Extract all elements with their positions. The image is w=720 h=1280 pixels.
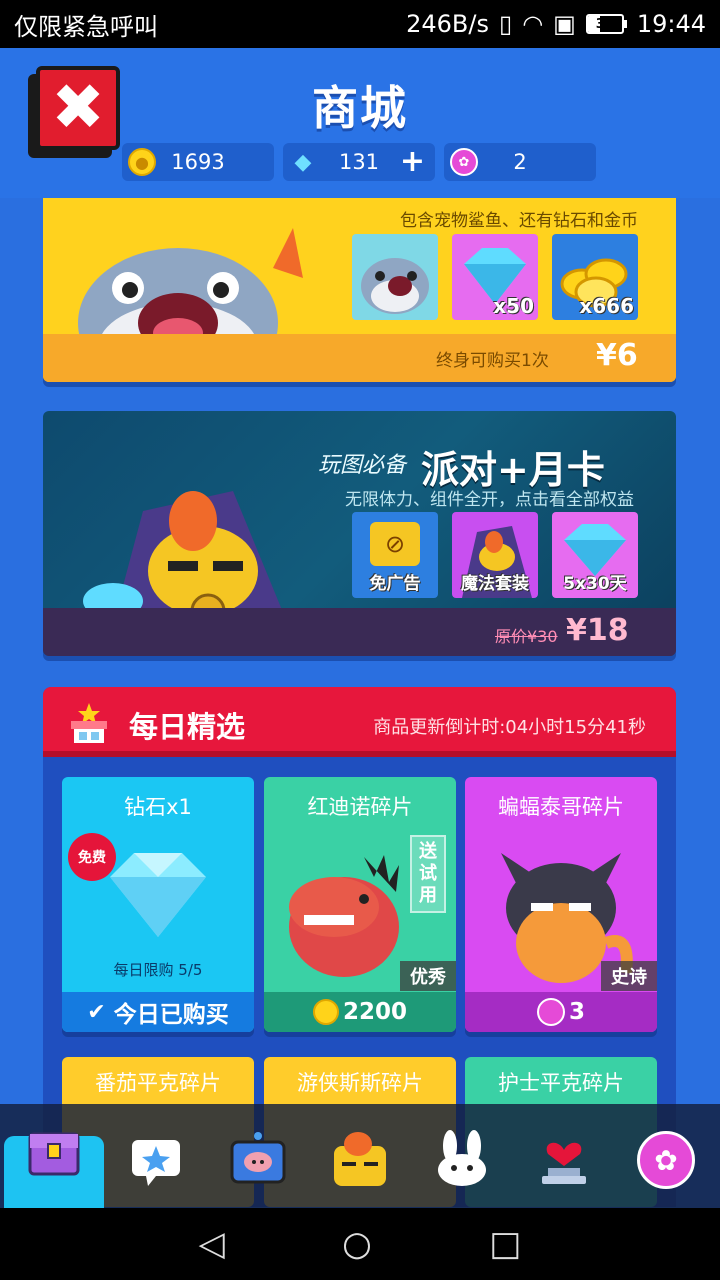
card-name: 钻石x1 xyxy=(124,795,192,819)
nav-pets[interactable] xyxy=(412,1112,512,1208)
lotus-icon: ✿ xyxy=(450,148,478,176)
price-bar[interactable]: 3 xyxy=(465,992,657,1032)
checkmark-icon: ✔ xyxy=(87,999,106,1025)
nav-lotus[interactable]: ✿ xyxy=(616,1112,716,1208)
tv-icon: ⊘ xyxy=(370,522,420,566)
page-title: 商城 xyxy=(312,81,408,135)
daily-header: 每日精选 商品更新倒计时:04小时15分41秒 xyxy=(43,687,676,757)
bundle-shark-tile xyxy=(352,234,438,320)
magic-suit-tile: 魔法套装 xyxy=(452,512,538,598)
card-name: 游侠斯斯碎片 xyxy=(297,1071,423,1095)
no-ads-label: 免广告 xyxy=(369,574,421,594)
refresh-countdown: 商品更新倒计时:04小时15分41秒 xyxy=(373,717,646,738)
vibrate-icon: ▯ xyxy=(498,10,513,38)
price-bar[interactable]: 2200 xyxy=(264,992,456,1032)
nav-tv[interactable] xyxy=(208,1112,308,1208)
bundle-footer xyxy=(43,334,676,382)
daily-title: 每日精选 xyxy=(129,710,246,744)
party-monthly-banner[interactable]: ⊘ 玩图必备 派对+月卡 无限体力、组件全开，点击看全部权益 ⊘ 免广告 魔法套… xyxy=(43,411,676,656)
trial-badge: 送试用 xyxy=(410,835,446,913)
no-ads-tile: ⊘ 免广告 xyxy=(352,512,438,598)
daily-card-diamond[interactable]: 钻石x1 免费 每日限购 5/5 ✔ 今日已购买 xyxy=(62,777,254,1032)
back-button[interactable]: ◁ xyxy=(199,1224,225,1264)
lotus-icon: ✿ xyxy=(637,1131,695,1189)
carrier-text: 仅限紧急呼叫 xyxy=(14,12,158,41)
tv-pig-icon xyxy=(230,1132,286,1184)
pet-bundle-banner[interactable]: 包含宠物鲨鱼、还有钻石和金币 x50 x666 终身可购买1次 ¥6 xyxy=(43,198,676,382)
card-name: 护士平克碎片 xyxy=(498,1071,624,1095)
nav-stamps[interactable] xyxy=(514,1112,614,1208)
price-value: 2200 xyxy=(342,999,407,1025)
daily-card-red-dino[interactable]: 红迪诺碎片 送试用 优秀 2200 xyxy=(264,777,456,1032)
diamond-icon: ◆ xyxy=(294,149,312,175)
wifi-icon: ◠ xyxy=(522,10,544,38)
shop-stall-icon xyxy=(71,703,107,743)
gem-balance[interactable]: ◆ 131 + xyxy=(283,143,435,181)
diamond-qty: x50 xyxy=(493,294,534,318)
rarity-tag: 史诗 xyxy=(601,961,657,991)
lotus-icon xyxy=(536,998,565,1026)
magic-suit-label: 魔法套装 xyxy=(461,574,529,594)
home-button[interactable]: ○ xyxy=(342,1224,372,1264)
heart-stamp-icon xyxy=(542,1142,586,1184)
card-name: 蝙蝠泰哥碎片 xyxy=(498,795,624,819)
nav-stickers[interactable] xyxy=(106,1112,206,1208)
purchase-limit: 终身可购买1次 xyxy=(436,351,549,371)
bundle-subtitle: 包含宠物鲨鱼、还有钻石和金币 xyxy=(400,211,638,231)
shark-icon xyxy=(361,258,429,314)
daily-limit: 每日限购 5/5 xyxy=(113,961,203,979)
bundle-diamond-tile: x50 xyxy=(452,234,538,320)
rarity-tag: 优秀 xyxy=(400,961,456,991)
status-right: 246B/s ▯ ◠ ▣ 35 19:44 xyxy=(406,10,706,38)
add-gems-button[interactable]: + xyxy=(400,144,425,179)
bunny-icon xyxy=(438,1130,486,1186)
diamond-month-tile: 5x30天 xyxy=(552,512,638,598)
network-speed: 246B/s xyxy=(406,10,489,38)
original-price: 原价¥30 xyxy=(495,627,558,646)
party-price-button[interactable]: ¥18 xyxy=(566,613,629,648)
star-bubble-icon xyxy=(132,1140,180,1186)
banner-subtitle: 无限体力、组件全开，点击看全部权益 xyxy=(345,490,634,510)
category-nav: ✿ xyxy=(0,1104,720,1208)
card-name: 红迪诺碎片 xyxy=(307,795,413,819)
nav-characters[interactable] xyxy=(310,1112,410,1208)
lotus-balance: ✿ 2 xyxy=(444,143,596,181)
banner-tagline: 玩图必备 xyxy=(318,453,407,478)
coin-icon xyxy=(312,999,339,1025)
recent-apps-button[interactable]: □ xyxy=(489,1224,521,1264)
bundle-gold-tile: x666 xyxy=(552,234,638,320)
price-value: 3 xyxy=(568,999,585,1025)
status-bar: 仅限紧急呼叫 246B/s ▯ ◠ ▣ 35 19:44 xyxy=(0,0,720,48)
diamond-icon xyxy=(110,853,206,937)
purchased-label: 今日已购买 xyxy=(113,1002,229,1028)
chest-icon xyxy=(28,1132,80,1176)
diamond-month-label: 5x30天 xyxy=(563,574,627,594)
gold-balance: ● 1693 xyxy=(122,143,274,181)
bundle-price-button[interactable]: ¥6 xyxy=(596,338,638,373)
sim-icon: ▣ xyxy=(553,10,576,38)
gold-qty: x666 xyxy=(579,294,634,318)
coin-icon: ● xyxy=(128,148,156,176)
card-name: 番茄平克碎片 xyxy=(95,1071,221,1095)
system-nav-bar: ◁ ○ □ xyxy=(0,1208,720,1280)
nav-chest[interactable] xyxy=(4,1132,104,1208)
clock: 19:44 xyxy=(636,10,706,38)
battery-icon: 35 xyxy=(585,14,627,34)
character-icon xyxy=(334,1132,386,1186)
purchased-bar: ✔ 今日已购买 xyxy=(62,992,254,1032)
daily-card-bat-tiger[interactable]: 蝙蝠泰哥碎片 史诗 3 xyxy=(465,777,657,1032)
